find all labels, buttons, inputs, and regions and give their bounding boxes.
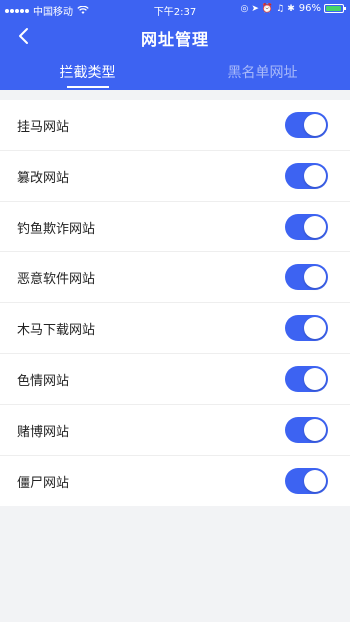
battery-icon — [324, 4, 346, 13]
toggle-switch[interactable] — [285, 315, 328, 342]
tab-block-types[interactable]: 拦截类型 — [0, 62, 175, 82]
list-item-label: 挂马网站 — [17, 120, 70, 135]
list-item: 木马下载网站 — [0, 303, 350, 354]
tab-blacklist-urls[interactable]: 黑名单网址 — [175, 62, 350, 82]
list-item: 僵尸网站 — [0, 456, 350, 507]
battery-fill — [326, 6, 342, 11]
headphones-icon: ♫ — [276, 3, 285, 14]
list-item: 钓鱼欺诈网站 — [0, 202, 350, 253]
toggle-switch[interactable] — [285, 467, 328, 494]
list-item-label: 色情网站 — [17, 373, 70, 389]
toggle-knob — [304, 215, 326, 238]
tab-bar: 拦截类型 黑名单网址 — [0, 56, 350, 90]
status-right: ◎ ➤ ⏰ ♫ ✱ 96% — [238, 3, 346, 14]
battery-percent: 96% — [298, 3, 321, 14]
list-item: 恶意软件网站 — [0, 252, 350, 304]
list-item: 色情网站 — [0, 354, 350, 405]
category-list: 挂马网站 篡改网站 钓鱼欺诈网站 恶意软件网站 木马下载网站 色情网站 赌博网站… — [0, 100, 350, 507]
toggle-knob — [304, 469, 326, 492]
toggle-knob — [304, 317, 326, 340]
list-item-label: 木马下载网站 — [17, 323, 96, 339]
toggle-switch[interactable] — [285, 365, 328, 392]
list-item-label: 赌博网站 — [17, 424, 70, 440]
toggle-switch[interactable] — [285, 416, 328, 443]
toggle-switch[interactable] — [285, 213, 328, 240]
tab-indicator — [67, 86, 109, 88]
toggle-knob — [304, 164, 326, 187]
status-icons: ◎ ➤ ⏰ ♫ ✱ — [238, 4, 295, 14]
list-item: 篡改网站 — [0, 151, 350, 202]
toggle-knob — [304, 266, 326, 289]
toggle-switch[interactable] — [285, 112, 328, 138]
list-item: 挂马网站 — [0, 100, 350, 151]
list-item-label: 恶意软件网站 — [17, 272, 96, 288]
location-icon: ➤ — [251, 3, 259, 14]
toggle-switch[interactable] — [285, 162, 328, 189]
bluetooth-icon: ✱ — [287, 3, 295, 14]
alarm-icon: ⏰ — [261, 3, 274, 14]
nav-bar: 网址管理 — [0, 20, 350, 52]
toggle-knob — [304, 367, 326, 390]
list-item-label: 钓鱼欺诈网站 — [17, 221, 96, 237]
list-item-label: 僵尸网站 — [17, 475, 70, 491]
page-title: 网址管理 — [140, 30, 209, 49]
toggle-switch[interactable] — [285, 264, 328, 291]
toggle-knob — [304, 114, 326, 136]
toggle-knob — [304, 418, 326, 441]
list-item: 赌博网站 — [0, 405, 350, 456]
list-item-label: 篡改网站 — [17, 170, 70, 186]
lock-rotation-icon: ◎ — [240, 3, 249, 14]
header: 中国移动 下午2:37 ◎ ➤ ⏰ ♫ ✱ 96% 网址管理 拦截类型 黑名单网… — [0, 0, 350, 90]
status-bar: 中国移动 下午2:37 ◎ ➤ ⏰ ♫ ✱ 96% — [0, 0, 350, 18]
